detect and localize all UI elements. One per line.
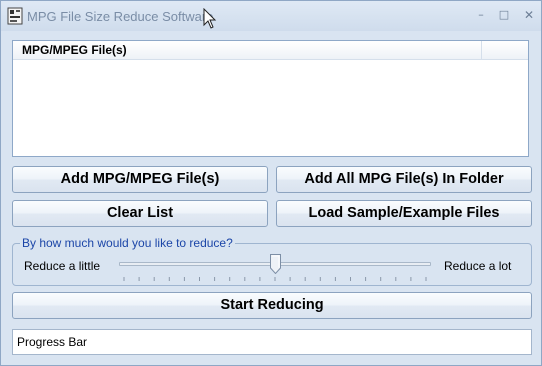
add-files-button[interactable]: Add MPG/MPEG File(s) bbox=[12, 166, 268, 193]
reduce-slider[interactable] bbox=[119, 252, 431, 282]
add-folder-button[interactable]: Add All MPG File(s) In Folder bbox=[276, 166, 532, 193]
load-samples-button[interactable]: Load Sample/Example Files bbox=[276, 200, 532, 227]
client-area: MPG/MPEG File(s) Add MPG/MPEG File(s) Ad… bbox=[9, 35, 535, 361]
start-reducing-button[interactable]: Start Reducing bbox=[12, 292, 532, 319]
column-header-files[interactable]: MPG/MPEG File(s) bbox=[13, 41, 482, 60]
file-list-header: MPG/MPEG File(s) bbox=[13, 41, 528, 60]
file-list[interactable]: MPG/MPEG File(s) bbox=[12, 40, 529, 157]
mouse-cursor-icon bbox=[203, 8, 217, 29]
progress-label: Progress Bar bbox=[17, 335, 88, 349]
reduce-little-label: Reduce a little bbox=[24, 259, 101, 273]
clear-list-button[interactable]: Clear List bbox=[12, 200, 268, 227]
minimize-button[interactable]: – bbox=[472, 8, 490, 22]
slider-ticks bbox=[123, 277, 427, 281]
reduce-amount-group: By how much would you like to reduce? Re… bbox=[12, 236, 532, 286]
progress-bar: Progress Bar bbox=[12, 329, 532, 355]
slider-thumb[interactable] bbox=[269, 254, 281, 274]
app-icon bbox=[7, 7, 23, 25]
window-title: MPG File Size Reduce Software bbox=[27, 9, 214, 24]
app-window: MPG File Size Reduce Software – □ ✕ MPG/… bbox=[0, 0, 542, 366]
title-bar[interactable]: MPG File Size Reduce Software – □ ✕ bbox=[1, 1, 541, 31]
maximize-button[interactable]: □ bbox=[495, 8, 513, 22]
close-button[interactable]: ✕ bbox=[520, 8, 538, 22]
group-title: By how much would you like to reduce? bbox=[20, 236, 235, 250]
reduce-lot-label: Reduce a lot bbox=[444, 259, 512, 273]
